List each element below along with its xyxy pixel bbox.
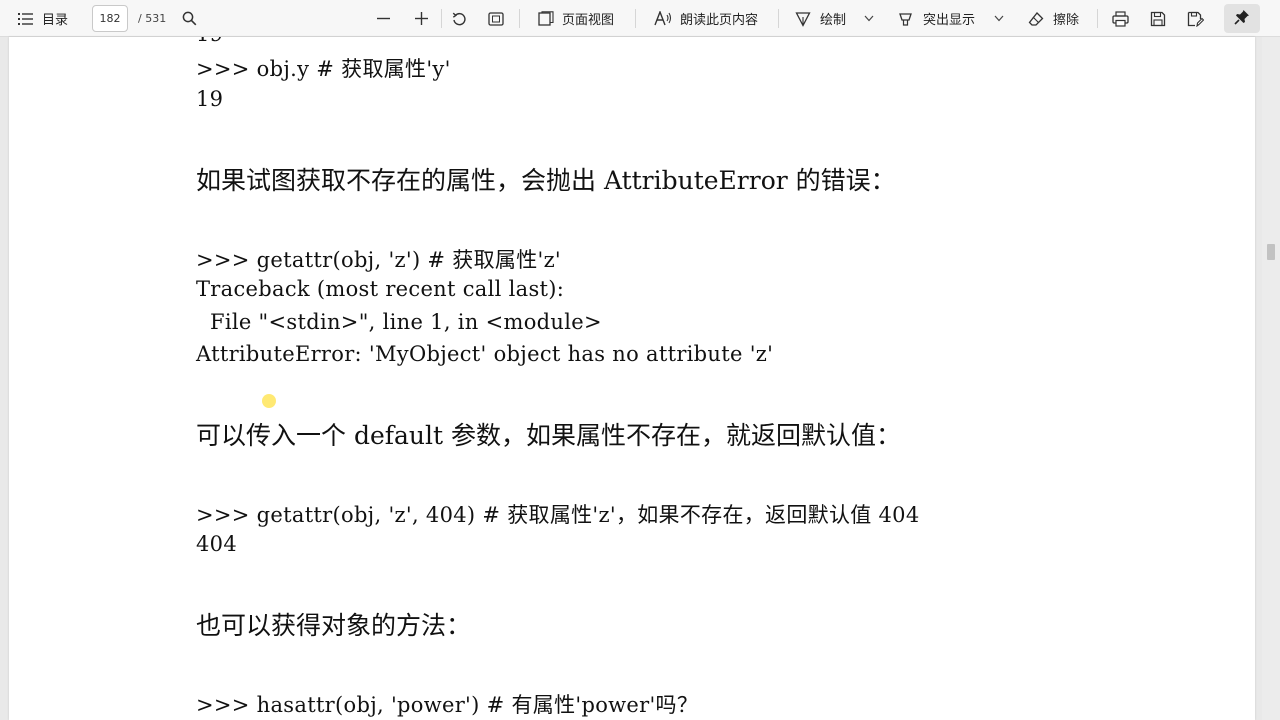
chevron-down-icon bbox=[994, 15, 1004, 22]
save-as-icon bbox=[1187, 11, 1204, 27]
zoom-out-button[interactable] bbox=[376, 0, 391, 37]
erase-button[interactable]: 擦除 bbox=[1028, 0, 1079, 37]
read-aloud-button[interactable]: 朗读此页内容 bbox=[654, 0, 758, 37]
list-icon bbox=[18, 12, 34, 26]
draw-options-dropdown[interactable] bbox=[864, 0, 874, 37]
highlight-options-dropdown[interactable] bbox=[994, 0, 1004, 37]
toolbar-divider bbox=[778, 9, 779, 28]
pdf-page: 19 >>> obj.y # 获取属性'y' 19 如果试图获取不存在的属性，会… bbox=[9, 37, 1255, 720]
mouse-cursor-highlight bbox=[262, 394, 276, 408]
minus-icon bbox=[376, 11, 391, 26]
draw-button[interactable]: 绘制 bbox=[795, 0, 846, 37]
highlight-button[interactable]: 突出显示 bbox=[898, 0, 975, 37]
plus-icon bbox=[414, 11, 429, 26]
code-line-obj-y: >>> obj.y # 获取属性'y' bbox=[196, 57, 451, 81]
rotate-button[interactable] bbox=[451, 0, 467, 37]
draw-icon bbox=[795, 11, 811, 27]
toolbar-divider bbox=[519, 9, 520, 28]
code-line-getattr-default: >>> getattr(obj, 'z', 404) # 获取属性'z'，如果不… bbox=[196, 503, 920, 527]
page-view-button[interactable]: 页面视图 bbox=[538, 0, 614, 37]
code-line-traceback: Traceback (most recent call last): bbox=[196, 277, 565, 301]
paragraph-methods: 也可以获得对象的方法： bbox=[196, 611, 472, 640]
code-line-attributeerror: AttributeError: 'MyObject' object has no… bbox=[196, 342, 774, 366]
toolbar-divider bbox=[635, 9, 636, 28]
code-line-output: 404 bbox=[196, 532, 237, 556]
paragraph-default: 可以传入一个 default 参数，如果属性不存在，就返回默认值： bbox=[196, 421, 901, 450]
paragraph-attributeerror: 如果试图获取不存在的属性，会抛出 AttributeError 的错误： bbox=[196, 166, 896, 195]
page-number-input[interactable] bbox=[92, 5, 128, 32]
read-aloud-icon bbox=[654, 11, 672, 26]
save-as-button[interactable] bbox=[1187, 0, 1204, 37]
print-button[interactable] bbox=[1112, 0, 1129, 37]
code-line-getattr-z: >>> getattr(obj, 'z') # 获取属性'z' bbox=[196, 248, 562, 272]
vertical-scrollbar[interactable] bbox=[1262, 37, 1280, 720]
fit-page-icon bbox=[488, 11, 504, 26]
zoom-in-button[interactable] bbox=[414, 0, 429, 37]
page-view-label: 页面视图 bbox=[562, 13, 615, 28]
toolbar-divider bbox=[1097, 9, 1098, 28]
pdf-toolbar: 目录 / 531 页面视图 bbox=[0, 0, 1280, 37]
eraser-icon bbox=[1028, 11, 1044, 27]
erase-label: 擦除 bbox=[1053, 13, 1080, 28]
chevron-down-icon bbox=[864, 15, 874, 22]
code-line-output: 19 bbox=[196, 37, 223, 46]
page-total: / 531 bbox=[138, 12, 167, 25]
toc-button[interactable]: 目录 bbox=[18, 0, 68, 37]
print-icon bbox=[1112, 10, 1129, 27]
rotate-icon bbox=[451, 11, 467, 27]
page-view-icon bbox=[538, 11, 554, 26]
toc-label: 目录 bbox=[42, 13, 69, 28]
code-line-hasattr: >>> hasattr(obj, 'power') # 有属性'power'吗？ bbox=[196, 693, 699, 717]
scrollbar-thumb[interactable] bbox=[1267, 244, 1275, 260]
toolbar-divider bbox=[441, 9, 442, 28]
pin-toolbar-button[interactable] bbox=[1224, 4, 1260, 33]
save-button[interactable] bbox=[1150, 0, 1166, 37]
search-icon bbox=[182, 11, 197, 26]
pin-icon bbox=[1234, 9, 1250, 29]
search-button[interactable] bbox=[182, 0, 197, 37]
draw-label: 绘制 bbox=[820, 13, 847, 28]
read-aloud-label: 朗读此页内容 bbox=[680, 13, 759, 28]
fit-page-button[interactable] bbox=[488, 0, 504, 37]
code-line-file: File "<stdin>", line 1, in <module> bbox=[196, 310, 602, 334]
save-icon bbox=[1150, 11, 1166, 27]
highlight-label: 突出显示 bbox=[923, 13, 976, 28]
highlighter-icon bbox=[898, 11, 914, 27]
code-line-output: 19 bbox=[196, 87, 224, 111]
